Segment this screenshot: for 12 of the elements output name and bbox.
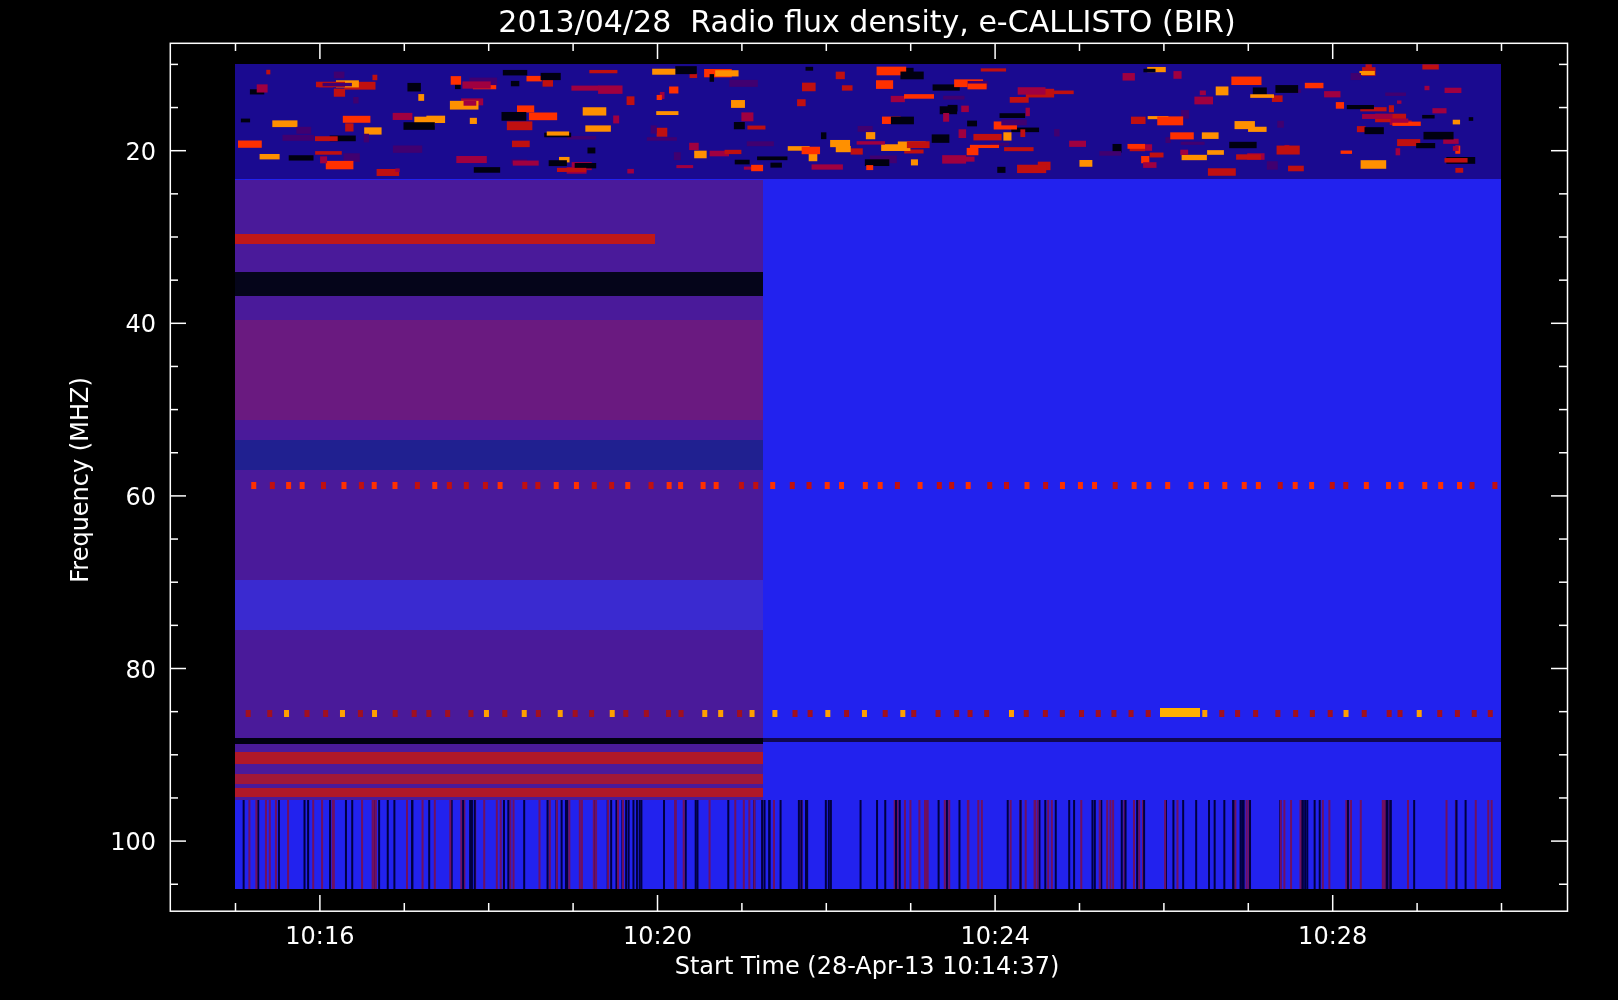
y-tick-label: 60 xyxy=(125,482,156,511)
x-tick-label: 10:28 xyxy=(1298,922,1368,950)
x-tick-label: 10:20 xyxy=(622,922,693,950)
y-tick-label: 100 xyxy=(110,828,156,857)
x-tick-label: 10:24 xyxy=(960,922,1030,950)
x-tick-label: 10:16 xyxy=(285,922,355,950)
y-axis-label: Frequency (MHZ) xyxy=(66,377,94,583)
x-axis-label: Start Time (28-Apr-13 10:14:37) xyxy=(674,952,1060,980)
y-tick-label: 40 xyxy=(125,310,156,339)
y-tick-label: 20 xyxy=(125,137,156,166)
chart-title: 2013/04/28 Radio flux density, e-CALLISTO (BIR) xyxy=(498,4,1236,39)
y-tick-label: 80 xyxy=(125,655,156,684)
